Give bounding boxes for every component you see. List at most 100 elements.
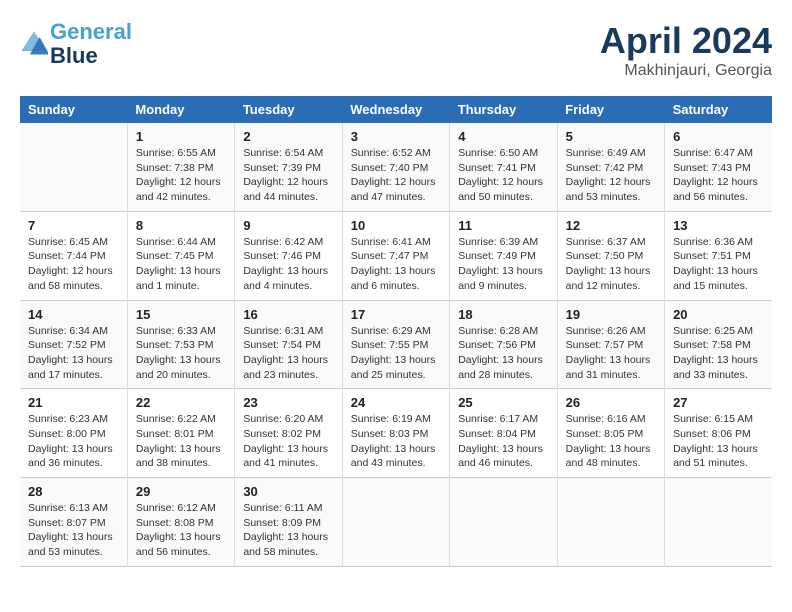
day-cell: 13 Sunrise: 6:36 AMSunset: 7:51 PMDayligh… — [665, 211, 772, 300]
day-info: Sunrise: 6:19 AMSunset: 8:03 PMDaylight:… — [351, 412, 441, 471]
header-day: Sunday — [20, 96, 127, 123]
day-cell: 7 Sunrise: 6:45 AMSunset: 7:44 PMDaylight… — [20, 211, 127, 300]
day-number: 26 — [566, 395, 656, 410]
day-info: Sunrise: 6:13 AMSunset: 8:07 PMDaylight:… — [28, 501, 119, 560]
day-info: Sunrise: 6:33 AMSunset: 7:53 PMDaylight:… — [136, 324, 226, 383]
day-info: Sunrise: 6:49 AMSunset: 7:42 PMDaylight:… — [566, 146, 656, 205]
day-info: Sunrise: 6:12 AMSunset: 8:08 PMDaylight:… — [136, 501, 226, 560]
day-number: 12 — [566, 218, 656, 233]
day-cell — [665, 478, 772, 567]
header-day: Saturday — [665, 96, 772, 123]
header-day: Tuesday — [235, 96, 342, 123]
day-info: Sunrise: 6:52 AMSunset: 7:40 PMDaylight:… — [351, 146, 441, 205]
day-cell: 25Sunrise: 6:17 AMSunset: 8:04 PMDayligh… — [450, 389, 557, 478]
day-cell: 17 Sunrise: 6:29 AMSunset: 7:55 PMDayligh… — [342, 300, 449, 389]
day-number: 27 — [673, 395, 764, 410]
day-cell: 8 Sunrise: 6:44 AMSunset: 7:45 PMDaylight… — [127, 211, 234, 300]
day-cell: 10 Sunrise: 6:41 AMSunset: 7:47 PMDayligh… — [342, 211, 449, 300]
day-number: 6 — [673, 129, 764, 144]
page-header: GeneralBlue April 2024 Makhinjauri, Geor… — [20, 20, 772, 80]
day-info: Sunrise: 6:36 AMSunset: 7:51 PMDaylight:… — [673, 235, 764, 294]
day-number: 28 — [28, 484, 119, 499]
header-day: Thursday — [450, 96, 557, 123]
day-cell: 30 Sunrise: 6:11 AMSunset: 8:09 PMDayligh… — [235, 478, 342, 567]
day-number: 5 — [566, 129, 656, 144]
day-number: 30 — [243, 484, 333, 499]
day-number: 13 — [673, 218, 764, 233]
day-cell — [450, 478, 557, 567]
day-number: 18 — [458, 307, 548, 322]
day-number: 24 — [351, 395, 441, 410]
day-number: 11 — [458, 218, 548, 233]
day-info: Sunrise: 6:50 AMSunset: 7:41 PMDaylight:… — [458, 146, 548, 205]
title-block: April 2024 Makhinjauri, Georgia — [600, 20, 772, 80]
location: Makhinjauri, Georgia — [600, 62, 772, 80]
day-number: 21 — [28, 395, 119, 410]
day-cell: 14 Sunrise: 6:34 AMSunset: 7:52 PMDayligh… — [20, 300, 127, 389]
day-cell: 9 Sunrise: 6:42 AMSunset: 7:46 PMDaylight… — [235, 211, 342, 300]
day-info: Sunrise: 6:11 AMSunset: 8:09 PMDaylight:… — [243, 501, 333, 560]
day-cell: 12Sunrise: 6:37 AMSunset: 7:50 PMDayligh… — [557, 211, 664, 300]
week-row: 28 Sunrise: 6:13 AMSunset: 8:07 PMDayligh… — [20, 478, 772, 567]
week-row: 1Sunrise: 6:55 AMSunset: 7:38 PMDaylight… — [20, 123, 772, 211]
logo-icon — [20, 30, 48, 58]
day-number: 20 — [673, 307, 764, 322]
day-cell: 28 Sunrise: 6:13 AMSunset: 8:07 PMDayligh… — [20, 478, 127, 567]
day-info: Sunrise: 6:29 AMSunset: 7:55 PMDaylight:… — [351, 324, 441, 383]
day-info: Sunrise: 6:54 AMSunset: 7:39 PMDaylight:… — [243, 146, 333, 205]
logo-text: GeneralBlue — [50, 20, 132, 68]
day-cell — [342, 478, 449, 567]
day-info: Sunrise: 6:44 AMSunset: 7:45 PMDaylight:… — [136, 235, 226, 294]
day-cell: 5 Sunrise: 6:49 AMSunset: 7:42 PMDaylight… — [557, 123, 664, 211]
day-info: Sunrise: 6:15 AMSunset: 8:06 PMDaylight:… — [673, 412, 764, 471]
day-cell: 1Sunrise: 6:55 AMSunset: 7:38 PMDaylight… — [127, 123, 234, 211]
day-info: Sunrise: 6:47 AMSunset: 7:43 PMDaylight:… — [673, 146, 764, 205]
day-number: 3 — [351, 129, 441, 144]
day-number: 25 — [458, 395, 548, 410]
day-cell: 27 Sunrise: 6:15 AMSunset: 8:06 PMDayligh… — [665, 389, 772, 478]
calendar-table: SundayMondayTuesdayWednesdayThursdayFrid… — [20, 96, 772, 567]
day-cell: 11 Sunrise: 6:39 AMSunset: 7:49 PMDayligh… — [450, 211, 557, 300]
day-cell: 21 Sunrise: 6:23 AMSunset: 8:00 PMDayligh… — [20, 389, 127, 478]
day-info: Sunrise: 6:34 AMSunset: 7:52 PMDaylight:… — [28, 324, 119, 383]
header-day: Wednesday — [342, 96, 449, 123]
week-row: 14 Sunrise: 6:34 AMSunset: 7:52 PMDayligh… — [20, 300, 772, 389]
day-cell: 4Sunrise: 6:50 AMSunset: 7:41 PMDaylight… — [450, 123, 557, 211]
day-info: Sunrise: 6:42 AMSunset: 7:46 PMDaylight:… — [243, 235, 333, 294]
day-number: 29 — [136, 484, 226, 499]
day-info: Sunrise: 6:45 AMSunset: 7:44 PMDaylight:… — [28, 235, 119, 294]
day-number: 19 — [566, 307, 656, 322]
day-cell: 20 Sunrise: 6:25 AMSunset: 7:58 PMDayligh… — [665, 300, 772, 389]
day-cell: 29 Sunrise: 6:12 AMSunset: 8:08 PMDayligh… — [127, 478, 234, 567]
day-cell: 3 Sunrise: 6:52 AMSunset: 7:40 PMDaylight… — [342, 123, 449, 211]
header-day: Friday — [557, 96, 664, 123]
day-number: 23 — [243, 395, 333, 410]
header-day: Monday — [127, 96, 234, 123]
day-info: Sunrise: 6:26 AMSunset: 7:57 PMDaylight:… — [566, 324, 656, 383]
day-number: 14 — [28, 307, 119, 322]
day-info: Sunrise: 6:22 AMSunset: 8:01 PMDaylight:… — [136, 412, 226, 471]
day-info: Sunrise: 6:41 AMSunset: 7:47 PMDaylight:… — [351, 235, 441, 294]
day-number: 15 — [136, 307, 226, 322]
day-cell: 18 Sunrise: 6:28 AMSunset: 7:56 PMDayligh… — [450, 300, 557, 389]
day-number: 16 — [243, 307, 333, 322]
day-cell: 24 Sunrise: 6:19 AMSunset: 8:03 PMDayligh… — [342, 389, 449, 478]
day-info: Sunrise: 6:31 AMSunset: 7:54 PMDaylight:… — [243, 324, 333, 383]
day-info: Sunrise: 6:23 AMSunset: 8:00 PMDaylight:… — [28, 412, 119, 471]
day-number: 1 — [136, 129, 226, 144]
day-info: Sunrise: 6:28 AMSunset: 7:56 PMDaylight:… — [458, 324, 548, 383]
day-number: 8 — [136, 218, 226, 233]
day-number: 17 — [351, 307, 441, 322]
day-number: 9 — [243, 218, 333, 233]
day-info: Sunrise: 6:20 AMSunset: 8:02 PMDaylight:… — [243, 412, 333, 471]
logo: GeneralBlue — [20, 20, 132, 68]
day-number: 10 — [351, 218, 441, 233]
day-cell — [557, 478, 664, 567]
day-info: Sunrise: 6:16 AMSunset: 8:05 PMDaylight:… — [566, 412, 656, 471]
day-info: Sunrise: 6:39 AMSunset: 7:49 PMDaylight:… — [458, 235, 548, 294]
day-number: 7 — [28, 218, 119, 233]
day-cell: 15 Sunrise: 6:33 AMSunset: 7:53 PMDayligh… — [127, 300, 234, 389]
day-cell: 26 Sunrise: 6:16 AMSunset: 8:05 PMDayligh… — [557, 389, 664, 478]
day-info: Sunrise: 6:25 AMSunset: 7:58 PMDaylight:… — [673, 324, 764, 383]
day-number: 2 — [243, 129, 333, 144]
